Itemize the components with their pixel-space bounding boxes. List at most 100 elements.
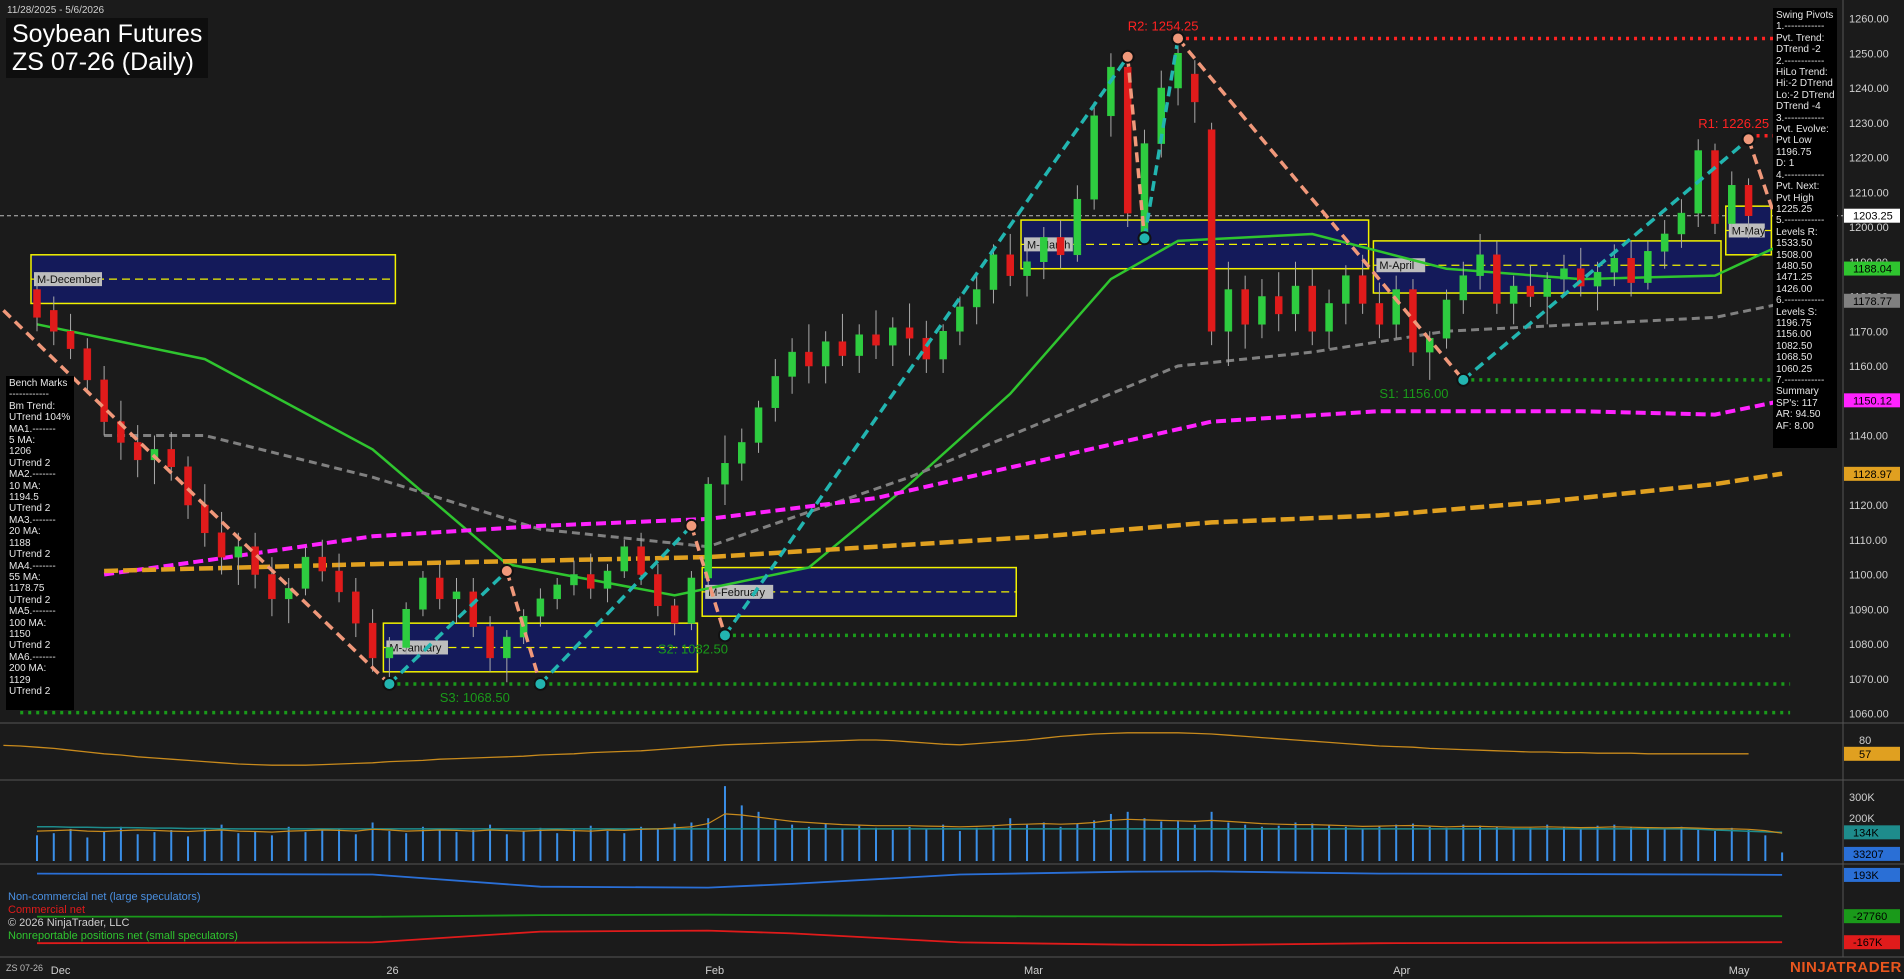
panel-line: UTrend 2: [9, 685, 51, 697]
candle-body: [1442, 299, 1451, 339]
chart-title: Soybean Futures: [12, 20, 203, 48]
candle-body: [603, 570, 612, 589]
panel-line: 1150: [9, 628, 31, 640]
price-tick-label: 1100.00: [1849, 570, 1888, 582]
panel-line: HiLo Trend:: [1776, 67, 1828, 79]
panel-line: 7.------------: [1776, 375, 1825, 386]
price-tick-label: 1230.00: [1849, 118, 1889, 130]
panel-line: AR: 94.50: [1776, 409, 1821, 421]
candle-body: [133, 442, 142, 461]
candle-body: [100, 379, 108, 422]
benchmarks-panel: Bench Marks ------------ Bm Trend: UTrend 1…: [6, 376, 74, 710]
candle-body: [1056, 237, 1065, 256]
pivot-marker: [1171, 31, 1186, 46]
panel-line: 10 MA:: [9, 480, 41, 492]
panel-line: 55 MA:: [9, 571, 41, 583]
panel-line: Levels R:: [1776, 226, 1818, 238]
candle-body: [184, 466, 192, 506]
candle-body: [385, 647, 394, 659]
panel-line: 1533.50: [1776, 238, 1813, 250]
candle-body: [1107, 66, 1115, 117]
level-label: R1: 1226.25: [1698, 116, 1769, 131]
pivot-marker: [533, 676, 548, 691]
date-tick-label: 26: [386, 965, 398, 977]
candle-body: [452, 591, 461, 600]
price-tick-label: 1240.00: [1849, 83, 1889, 95]
candle-body: [1358, 275, 1367, 304]
panel-line: MA2.-------: [9, 469, 56, 481]
candle-body: [771, 376, 780, 408]
panel-line: SP's: 117: [1776, 397, 1818, 409]
candle-body: [1526, 285, 1535, 297]
panel-line: MA1.-------: [9, 423, 56, 435]
panel-line: 1225.25: [1776, 203, 1813, 215]
panel-line: 1480.50: [1776, 260, 1813, 272]
candle-body: [1073, 198, 1082, 256]
candle-body: [704, 483, 712, 579]
level-label: R2: 1254.25: [1128, 18, 1199, 33]
candle-body: [1543, 278, 1551, 297]
candle-body: [1392, 289, 1400, 325]
panel-line: Pvt. Evolve:: [1776, 124, 1829, 136]
candle-body: [1509, 285, 1518, 304]
legend-commercial: Commercial net: [8, 904, 86, 916]
pivot-marker: [1137, 231, 1152, 246]
date-tick-label: May: [1729, 965, 1750, 977]
date-axis: Dec 26 Feb Mar Apr May: [51, 965, 1750, 977]
panel-line: MA5.-------: [9, 606, 56, 618]
candle-body: [905, 327, 914, 339]
price-chart[interactable]: M-DecemberM-JanuaryM-FebruaryM-MarchM-Ap…: [0, 0, 1904, 979]
panel-line: Bench Marks: [9, 378, 68, 389]
candle-body: [972, 289, 981, 308]
date-tick-label: Dec: [51, 965, 71, 977]
oscillator-tag-bg: [1844, 746, 1900, 761]
panel-line: D: 1: [1776, 158, 1795, 170]
price-tick-label: 1210.00: [1849, 187, 1889, 199]
level-label: S1: 1156.00: [1379, 386, 1448, 401]
price-tick-label: 1090.00: [1849, 604, 1889, 616]
panel-line: 1471.25: [1776, 272, 1813, 284]
panel-line: 1196.75: [1776, 146, 1812, 158]
candle-body: [1660, 233, 1669, 252]
chart-subtitle: ZS 07-26 (Daily): [12, 48, 194, 76]
candle-body: [1291, 285, 1300, 315]
candle-body: [1493, 254, 1501, 304]
panel-line: UTrend 2: [9, 457, 51, 469]
candle-body: [1560, 268, 1568, 280]
candle-body: [1711, 150, 1719, 224]
candle-body: [469, 591, 478, 627]
panel-line: 1060.25: [1776, 363, 1813, 375]
candle-body: [301, 556, 310, 589]
pivot-marker: [1741, 132, 1756, 147]
panel-line: 1.------------: [1776, 21, 1825, 33]
candle-body: [838, 341, 847, 356]
legend-nonreportable: Nonreportable positions net (small specu…: [8, 930, 238, 942]
candle-body: [368, 622, 377, 659]
panel-line: DTrend -2: [1776, 44, 1821, 56]
panel-line: AF: 8.00: [1776, 420, 1814, 432]
cot-tag-label: -27760: [1853, 911, 1887, 923]
panel-line: 1068.50: [1776, 352, 1813, 364]
price-tick-label: 1220.00: [1849, 153, 1889, 165]
date-tick-label: Apr: [1393, 965, 1410, 977]
candle-body: [570, 574, 578, 586]
zone-label: M-January: [389, 642, 441, 654]
panel-line: 200 MA:: [9, 663, 47, 675]
price-tick-label: 1250.00: [1849, 48, 1889, 60]
candle-body: [1375, 303, 1384, 325]
panel-line: Bm Trend:: [9, 400, 56, 412]
candle-body: [620, 546, 629, 572]
pivot-marker: [1120, 49, 1135, 64]
panel-line: 20 MA:: [9, 526, 41, 538]
pivot-marker: [1456, 372, 1471, 387]
moving-average-line: [104, 471, 1783, 574]
candle-body: [1677, 212, 1686, 235]
oscillator-tag-label: 57: [1859, 749, 1871, 761]
candle-body: [1258, 296, 1266, 325]
footer-symbol: ZS 07-26: [6, 963, 44, 973]
volume-tag-label: 134K: [1853, 827, 1879, 839]
candle-body: [1308, 285, 1317, 332]
candle-body: [33, 289, 41, 318]
level-label: S3: 1068.50: [440, 690, 510, 705]
candle-body: [805, 351, 813, 367]
